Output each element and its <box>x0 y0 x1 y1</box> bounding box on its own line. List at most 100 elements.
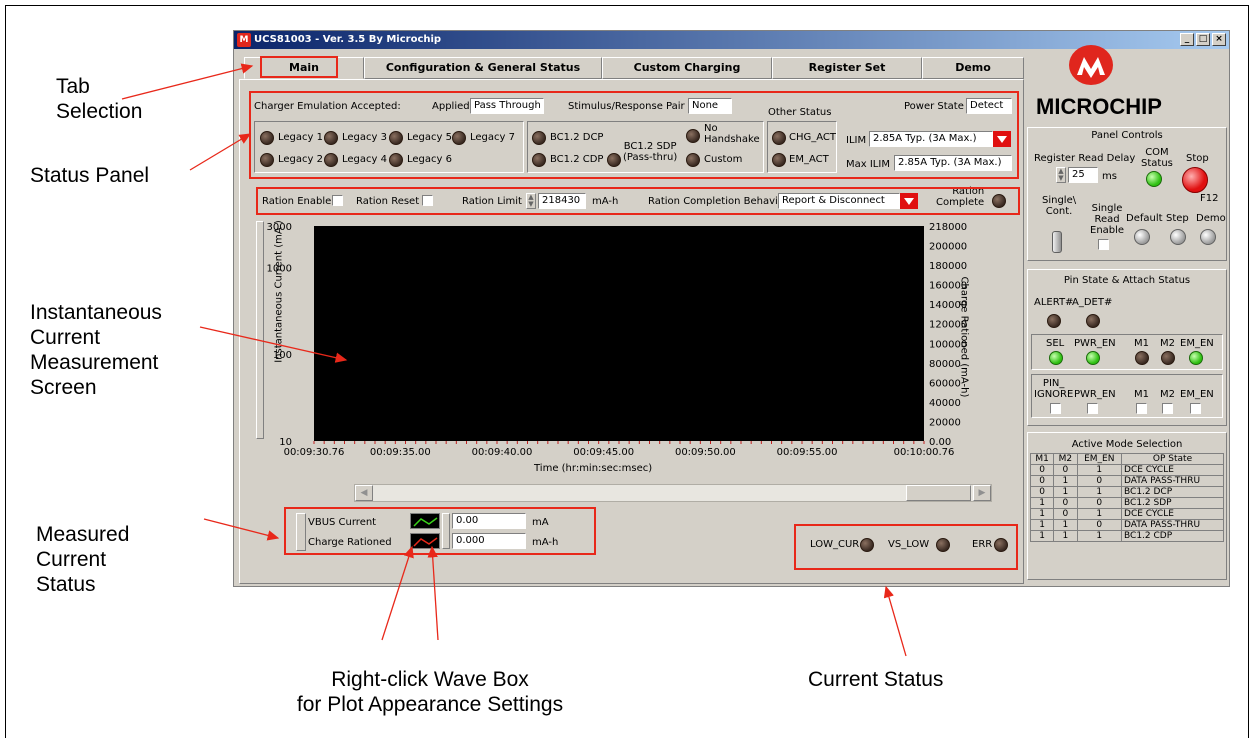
mode-cell: 1 <box>1053 475 1078 487</box>
mode-row: 0 0 1 DCE CYCLE <box>1029 464 1224 476</box>
annotation-wave-box: Right-click Wave Box for Plot Appearance… <box>296 668 564 716</box>
pin-state-title: Pin State & Attach Status <box>1063 275 1191 286</box>
mode-cell: 1 <box>1076 508 1123 520</box>
annotation-instantaneous: Instantaneous Current Measurement Screen <box>30 301 162 399</box>
mode-cell: 0 <box>1076 475 1123 487</box>
pin-m2-label: M2 <box>1160 338 1175 349</box>
window-title: UCS81003 - Ver. 3.5 By Microchip <box>254 34 442 45</box>
adet-led <box>1086 314 1100 328</box>
annotation-measured-current: Measured Current Status <box>36 523 130 596</box>
alert-led <box>1047 314 1061 328</box>
mode-cell: BC1.2 DCP <box>1121 486 1224 498</box>
pin-ignore-checkbox[interactable] <box>1050 403 1061 414</box>
pin-ignore-label: PIN_ IGNORE <box>1034 378 1074 400</box>
pin-ignore-pwr-en-checkbox[interactable] <box>1087 403 1098 414</box>
ration-row-highlight <box>256 187 1020 215</box>
pin-sel-label: SEL <box>1046 338 1065 349</box>
demo-label: Demo <box>1196 213 1226 224</box>
mode-row: 0 1 0 DATA PASS-THRU <box>1029 475 1224 487</box>
com-status-led <box>1146 171 1162 187</box>
annotation-current-status: Current Status <box>808 668 944 691</box>
delay-spinner[interactable]: ▲ ▼ <box>1056 167 1066 183</box>
annotation-status-panel: Status Panel <box>30 164 150 187</box>
single-read-label: Single Read Enable <box>1090 203 1125 236</box>
mode-header-cell: OP State <box>1121 453 1224 465</box>
mode-cell: 0 <box>1076 519 1123 531</box>
pin-ignore-m2-checkbox[interactable] <box>1162 403 1173 414</box>
chart-resize-handle[interactable] <box>256 221 264 439</box>
step-button[interactable] <box>1170 229 1186 245</box>
mode-cell: 1 <box>1029 508 1055 520</box>
single-read-checkbox[interactable] <box>1098 239 1109 250</box>
pin2-m2-label: M2 <box>1160 389 1175 400</box>
em-en-led <box>1189 351 1203 365</box>
time-scrollbar[interactable] <box>354 484 992 502</box>
tab-selection-highlight <box>260 56 338 78</box>
microchip-logo-text: MICROCHIP <box>1036 94 1162 119</box>
pin-m1-label: M1 <box>1134 338 1149 349</box>
tab-demo[interactable]: Demo <box>922 57 1024 79</box>
stop-label: Stop <box>1186 153 1209 164</box>
stop-button[interactable] <box>1182 167 1208 193</box>
mode-cell: DATA PASS-THRU <box>1121 519 1224 531</box>
delay-unit: ms <box>1102 171 1117 182</box>
pin-ignore-m1-checkbox[interactable] <box>1136 403 1147 414</box>
pin-em-en-label: EM_EN <box>1180 338 1214 349</box>
pwr-en-led <box>1086 351 1100 365</box>
minimize-button[interactable]: _ <box>1180 33 1194 46</box>
annotation-tab-selection: Tab Selection <box>56 75 143 123</box>
mode-cell: 1 <box>1029 497 1055 509</box>
tab-configuration[interactable]: Configuration & General Status <box>364 57 602 79</box>
step-label: Step <box>1166 213 1189 224</box>
mode-cell: 1 <box>1053 519 1078 531</box>
scroll-left-button[interactable]: ◀ <box>355 485 373 501</box>
tab-register-set[interactable]: Register Set <box>772 57 922 79</box>
mode-cell: 0 <box>1053 497 1078 509</box>
status-panel-highlight <box>249 91 1019 179</box>
single-cont-toggle[interactable] <box>1052 231 1062 253</box>
tab-custom-charging[interactable]: Custom Charging <box>602 57 772 79</box>
m1-led <box>1135 351 1149 365</box>
default-button[interactable] <box>1134 229 1150 245</box>
y2-axis-label: Charge Rationed (mA-h) <box>958 276 970 398</box>
mode-cell: 1 <box>1053 486 1078 498</box>
microchip-logo-icon <box>1069 45 1113 85</box>
close-button[interactable]: × <box>1212 33 1226 46</box>
delay-input[interactable]: 25 <box>1068 167 1098 183</box>
pin-pwr-en-label: PWR_EN <box>1074 338 1116 349</box>
mode-cell: BC1.2 CDP <box>1121 530 1224 542</box>
mode-cell: DCE CYCLE <box>1121 508 1224 520</box>
mode-cell: 0 <box>1053 508 1078 520</box>
measured-current-highlight <box>284 507 596 555</box>
mode-header-cell: EM_EN <box>1076 453 1123 465</box>
maximize-button[interactable]: □ <box>1196 33 1210 46</box>
pin-ignore-em-en-checkbox[interactable] <box>1190 403 1201 414</box>
pin2-m1-label: M1 <box>1134 389 1149 400</box>
mode-header-cell: M1 <box>1029 453 1055 465</box>
register-read-delay-label: Register Read Delay <box>1034 153 1136 164</box>
pin2-em-en-label: EM_EN <box>1180 389 1214 400</box>
mode-header-cell: M2 <box>1053 453 1078 465</box>
y-axis-label: Instantaneous Current (mA ) <box>273 220 285 363</box>
pin2-pwr-en-label: PWR_EN <box>1074 389 1116 400</box>
demo-button[interactable] <box>1200 229 1216 245</box>
mode-row: 1 0 0 BC1.2 SDP <box>1029 497 1224 509</box>
mode-cell: DATA PASS-THRU <box>1121 475 1224 487</box>
active-mode-title: Active Mode Selection <box>1071 439 1183 450</box>
mode-cell: 0 <box>1029 464 1055 476</box>
com-status-label: COM Status <box>1141 147 1173 169</box>
scroll-right-button[interactable]: ▶ <box>973 485 991 501</box>
mode-cell: 0 <box>1053 464 1078 476</box>
adet-label: A_DET# <box>1072 297 1113 308</box>
mode-row: 0 1 1 BC1.2 DCP <box>1029 486 1224 498</box>
scroll-thumb[interactable] <box>906 485 971 501</box>
stop-shortcut: F12 <box>1200 193 1219 204</box>
mode-header-row: M1 M2 EM_EN OP State <box>1029 453 1224 465</box>
mode-row: 1 1 0 DATA PASS-THRU <box>1029 519 1224 531</box>
mode-cell: 1 <box>1076 464 1123 476</box>
mode-row: 1 0 1 DCE CYCLE <box>1029 508 1224 520</box>
mode-cell: 0 <box>1076 497 1123 509</box>
mode-cell: 1 <box>1076 486 1123 498</box>
alert-label: ALERT# <box>1034 297 1074 308</box>
mode-cell: 1 <box>1076 530 1123 542</box>
